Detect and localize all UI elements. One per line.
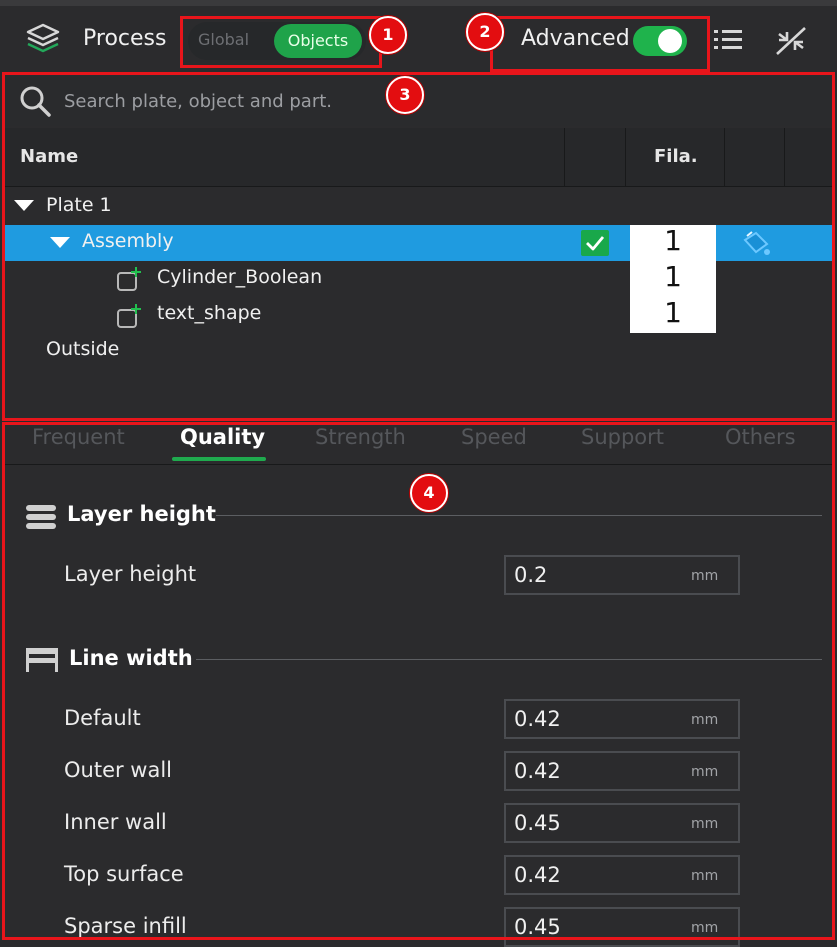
collapse-icon[interactable] (773, 24, 809, 58)
annotation-badge-3: 3 (386, 76, 424, 114)
process-title: Process (83, 26, 167, 51)
annotation-badge-1: 1 (369, 16, 407, 54)
annotation-badge-2: 2 (466, 13, 504, 51)
annotation-box-1 (180, 16, 382, 68)
annotation-box-2 (490, 16, 710, 72)
list-icon[interactable] (713, 26, 743, 54)
annotation-box-3 (2, 72, 835, 421)
annotation-badge-4: 4 (410, 474, 448, 512)
layers-icon (26, 23, 60, 53)
